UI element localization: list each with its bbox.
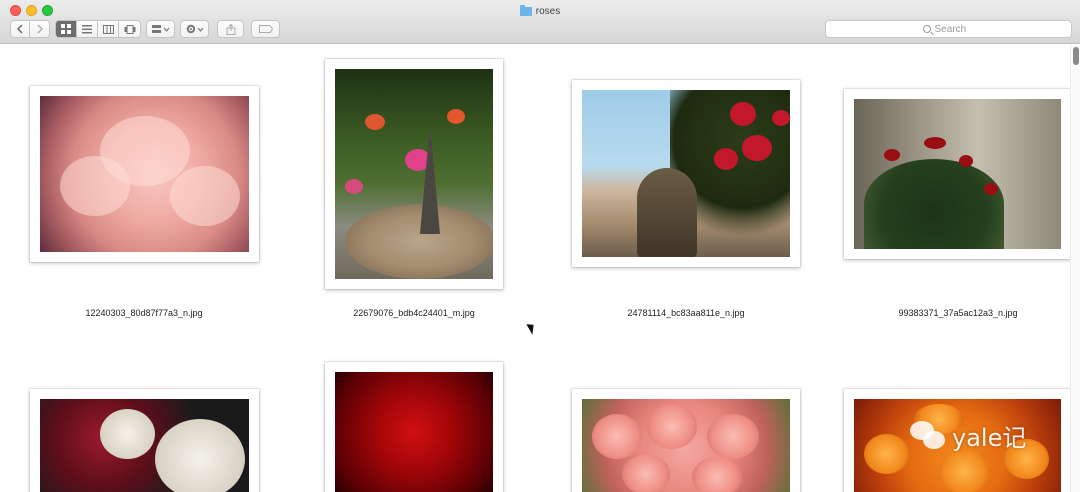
file-thumbnail[interactable] xyxy=(325,362,503,492)
chevron-right-icon xyxy=(37,24,43,34)
arrange-icon xyxy=(151,25,169,33)
red-white-roses-photo xyxy=(40,399,249,492)
arrange-button[interactable] xyxy=(146,20,175,38)
rose-photo xyxy=(40,96,249,252)
vertical-scrollbar[interactable] xyxy=(1070,45,1080,492)
wechat-icon xyxy=(910,420,946,451)
share-button[interactable] xyxy=(217,20,244,38)
red-rose-closeup-photo xyxy=(335,372,493,492)
window-title: roses xyxy=(535,5,561,17)
watermark: yale记 xyxy=(910,418,1026,453)
cover-flow-icon xyxy=(124,24,135,34)
file-thumbnail[interactable] xyxy=(30,86,259,262)
file-thumbnail[interactable] xyxy=(572,80,800,267)
cover-flow-view-button[interactable] xyxy=(119,21,140,37)
statue-rose-photo xyxy=(582,90,790,257)
action-button[interactable] xyxy=(180,20,209,38)
file-thumbnail[interactable] xyxy=(572,389,800,492)
gear-icon xyxy=(186,24,203,34)
file-name[interactable]: 12240303_80d87f77a3_n.jpg xyxy=(24,308,264,318)
search-field[interactable] xyxy=(825,20,1072,38)
file-name[interactable]: 22679076_bdb4c24401_m.jpg xyxy=(294,308,534,318)
forward-button[interactable] xyxy=(30,21,49,37)
columns-icon xyxy=(102,24,114,34)
file-thumbnail[interactable] xyxy=(844,89,1071,259)
icon-view-button[interactable] xyxy=(56,21,77,37)
file-thumbnail[interactable] xyxy=(325,59,503,289)
search-input[interactable] xyxy=(934,23,975,35)
column-view-button[interactable] xyxy=(98,21,119,37)
view-mode-control xyxy=(55,20,141,38)
tag-button[interactable] xyxy=(251,20,280,38)
file-thumbnail[interactable] xyxy=(30,389,259,492)
navigation-buttons xyxy=(10,20,50,38)
toolbar: roses xyxy=(0,0,1080,44)
back-button[interactable] xyxy=(11,21,30,37)
chevron-left-icon xyxy=(16,24,22,34)
file-name[interactable]: 99383371_37a5ac12a3_n.jpg xyxy=(838,308,1078,318)
list-icon xyxy=(82,24,92,33)
file-name[interactable]: 24781114_bc83aa811e_n.jpg xyxy=(566,308,806,318)
grid-icon xyxy=(61,24,71,34)
share-icon xyxy=(226,23,235,35)
finder-window: roses Search 12240303_80d87f77a3_n.jpg 2… xyxy=(0,0,1080,492)
scrollbar-thumb[interactable] xyxy=(1073,47,1079,65)
pink-roses-bouquet-photo xyxy=(582,399,790,492)
folder-icon xyxy=(519,4,532,16)
list-view-button[interactable] xyxy=(77,21,98,37)
sundial-rose-photo xyxy=(335,69,493,279)
tag-icon xyxy=(258,25,273,33)
search-icon xyxy=(922,25,931,33)
window-title-bar: roses xyxy=(0,3,1080,19)
rose-bush-photo xyxy=(854,99,1061,249)
watermark-text: yale记 xyxy=(952,424,1027,452)
